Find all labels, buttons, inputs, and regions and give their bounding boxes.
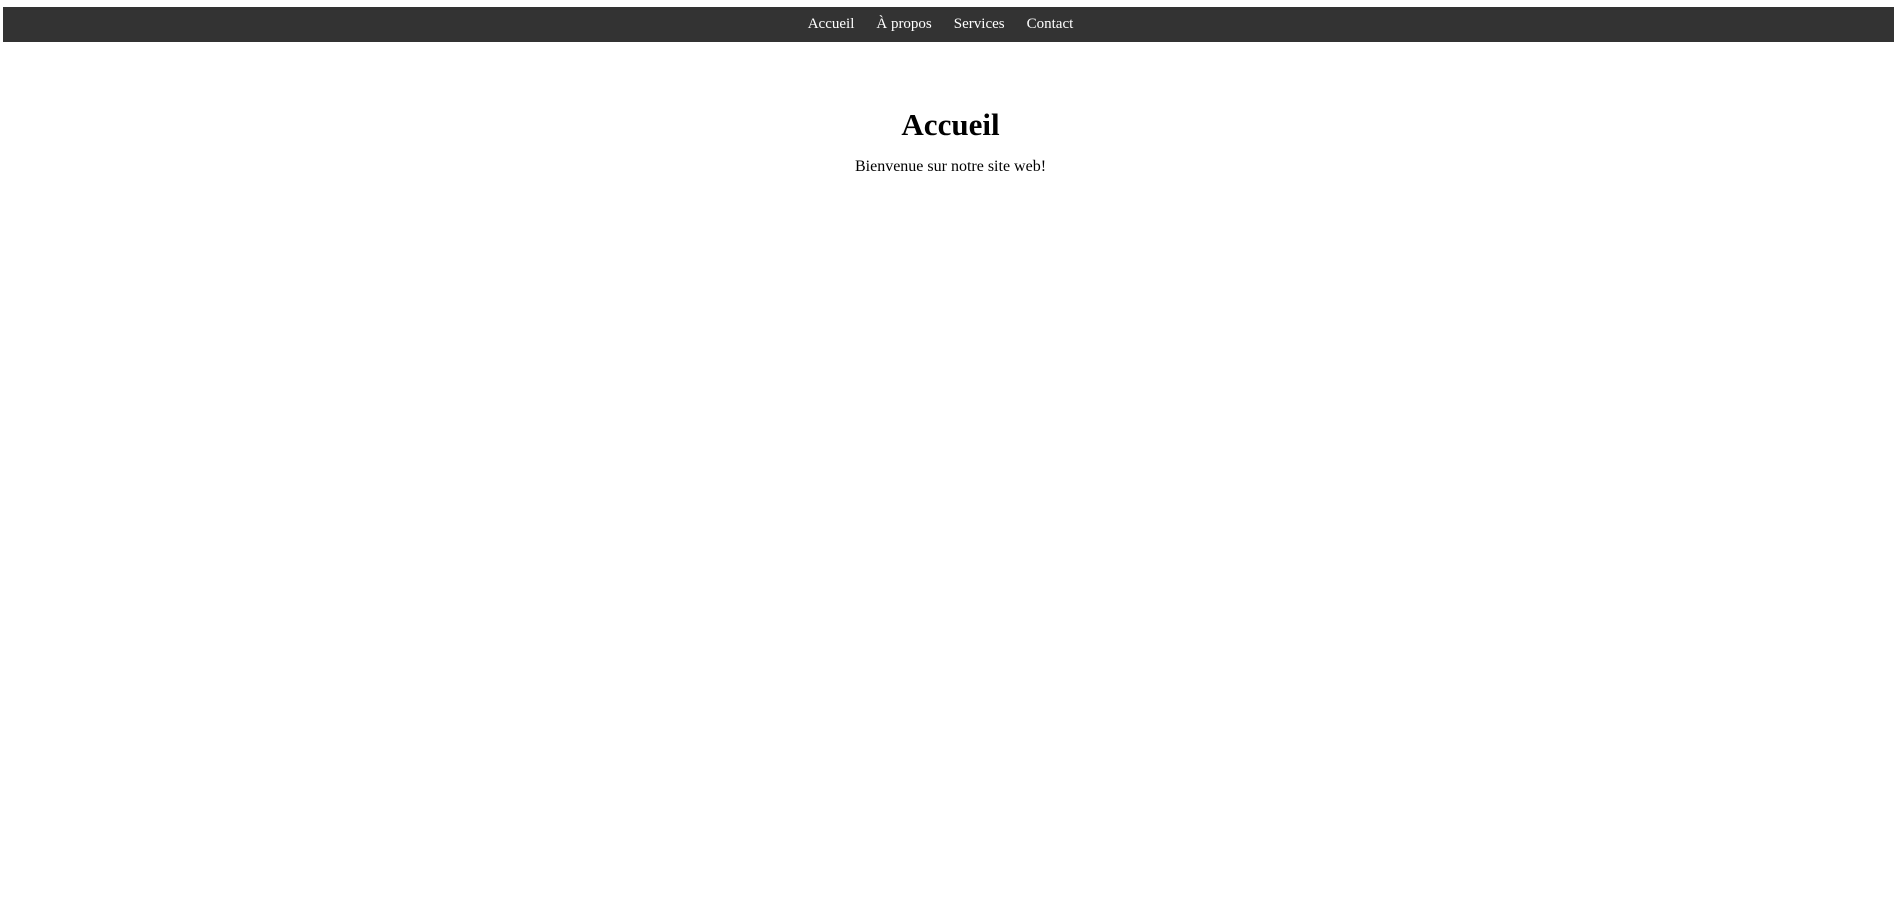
nav-link-services[interactable]: Services (943, 16, 1016, 32)
welcome-text: Bienvenue sur notre site web! (854, 158, 1047, 175)
nav-link-accueil[interactable]: Accueil (797, 16, 866, 32)
top-navbar: Accueil À propos Services Contact (3, 7, 1894, 42)
main-content: Accueil Bienvenue sur notre site web! (0, 42, 1901, 177)
page: Accueil À propos Services Contact Accuei… (0, 0, 1901, 909)
nav-list: Accueil À propos Services Contact (797, 7, 1085, 42)
nav-link-a-propos[interactable]: À propos (865, 16, 942, 32)
nav-link-contact[interactable]: Contact (1016, 16, 1085, 32)
page-title: Accueil (901, 107, 1000, 142)
